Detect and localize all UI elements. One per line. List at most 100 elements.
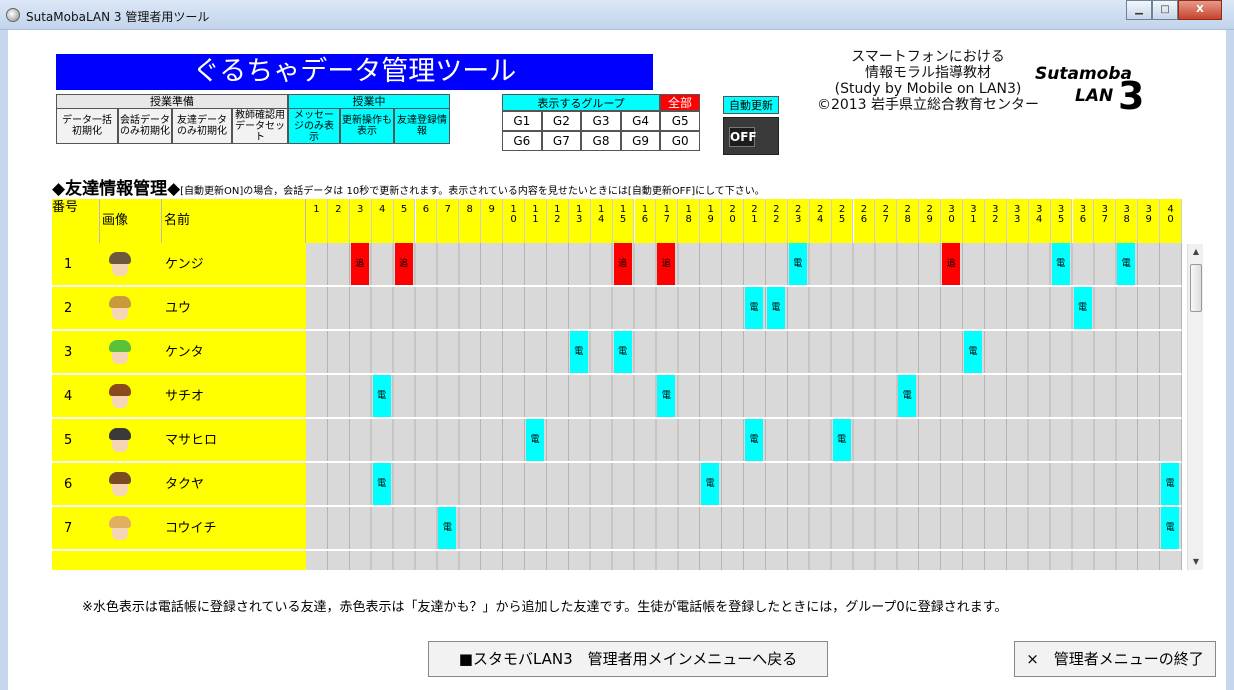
row-friend-name: ケンジ	[162, 243, 306, 287]
row-avatar-cell	[100, 287, 162, 331]
row-number: 3	[52, 331, 100, 375]
phonebook-friend-mark[interactable]: 電	[745, 419, 763, 461]
phonebook-friend-mark[interactable]: 電	[766, 287, 785, 329]
col-header-number: 3 6	[1072, 199, 1095, 243]
phonebook-friend-mark[interactable]: 電	[832, 419, 851, 461]
col-header-number: 3	[349, 199, 372, 243]
phonebook-friend-mark[interactable]: 電	[613, 331, 632, 373]
col-header-number: 2 2	[765, 199, 788, 243]
group-g6-button[interactable]: G6	[502, 131, 542, 151]
avatar-hair	[109, 384, 131, 396]
scroll-down-icon[interactable]: ▼	[1188, 554, 1204, 570]
app-icon	[6, 8, 20, 22]
row-number: 7	[52, 507, 100, 551]
group-g1-button[interactable]: G1	[502, 111, 542, 131]
auto-update-toggle[interactable]: OFF	[723, 117, 779, 155]
friend-registration-button[interactable]: 友達登録情報	[394, 108, 450, 144]
avatar	[106, 470, 134, 498]
phonebook-friend-mark[interactable]: 電	[745, 287, 763, 329]
minimize-button[interactable]: ▁	[1126, 0, 1152, 20]
phonebook-friend-mark[interactable]: 電	[1073, 287, 1092, 329]
relation-row: 電電電	[306, 287, 1182, 331]
group-g8-button[interactable]: G8	[581, 131, 621, 151]
added-friend-mark[interactable]: 追	[350, 243, 369, 285]
avatar	[106, 426, 134, 454]
section-title: ◆友達情報管理◆	[52, 179, 181, 199]
group-g9-button[interactable]: G9	[620, 131, 661, 151]
row-friend-name: ケンタ	[162, 331, 306, 375]
phonebook-friend-mark[interactable]: 電	[1117, 243, 1136, 285]
phonebook-friend-mark[interactable]: 電	[372, 375, 391, 417]
credits-line-3: (Study by Mobile on LAN3)	[834, 81, 1022, 97]
col-header-number: 5	[393, 199, 416, 243]
group-g0-button[interactable]: G0	[660, 131, 700, 151]
avatar	[106, 382, 134, 410]
col-header-number: 9	[481, 199, 504, 243]
row-avatar-cell	[100, 551, 162, 570]
phonebook-friend-mark[interactable]: 電	[701, 463, 720, 505]
credits-line-1: スマートフォンにおける	[851, 49, 1005, 65]
avatar-hair	[109, 472, 131, 484]
col-header-number: 1 4	[590, 199, 613, 243]
col-header-number: 1 8	[678, 199, 701, 243]
phonebook-friend-mark[interactable]: 電	[1161, 463, 1180, 505]
quit-admin-button[interactable]: × 管理者メニューの終了	[1014, 641, 1216, 677]
grid-scrollbar[interactable]: ▲ ▼	[1187, 244, 1203, 570]
row-avatar-cell	[100, 419, 162, 463]
in-class-group: 授業中 メッセージのみ表示 更新操作も表示 友達登録情報	[288, 94, 450, 144]
auto-update-label: 自動更新	[723, 96, 779, 114]
col-header-number: 1 6	[634, 199, 657, 243]
phonebook-friend-mark[interactable]: 電	[657, 375, 676, 417]
phonebook-friend-mark[interactable]: 電	[898, 375, 917, 417]
phonebook-friend-mark[interactable]: 電	[1051, 243, 1070, 285]
row-friend-name: コウイチ	[162, 507, 306, 551]
main-menu-button[interactable]: ■スタモバLAN3 管理者用メインメニューへ戻る	[428, 641, 828, 677]
added-friend-mark[interactable]: 追	[613, 243, 632, 285]
row-number	[52, 551, 100, 570]
col-header-number: 1 2	[546, 199, 569, 243]
relation-row: 電電電	[306, 375, 1182, 419]
group-g3-button[interactable]: G3	[581, 111, 621, 131]
reset-friend-data-button[interactable]: 友達データのみ初期化	[172, 108, 232, 144]
added-friend-mark[interactable]: 追	[942, 243, 961, 285]
relation-row: 電電電	[306, 331, 1182, 375]
avatar-hair	[109, 252, 131, 264]
group-g2-button[interactable]: G2	[541, 111, 582, 131]
reset-all-data-button[interactable]: データ一括初期化	[56, 108, 118, 144]
group-g5-button[interactable]: G5	[660, 111, 700, 131]
phonebook-friend-mark[interactable]: 電	[569, 331, 588, 373]
added-friend-mark[interactable]: 追	[657, 243, 676, 285]
phonebook-friend-mark[interactable]: 電	[788, 243, 807, 285]
col-header-number: 1 3	[568, 199, 591, 243]
scroll-up-icon[interactable]: ▲	[1188, 244, 1204, 260]
phonebook-friend-mark[interactable]: 電	[964, 331, 982, 373]
show-updates-button[interactable]: 更新操作も表示	[340, 108, 394, 144]
group-g4-button[interactable]: G4	[620, 111, 661, 131]
maximize-button[interactable]: □	[1152, 0, 1178, 20]
phonebook-friend-mark[interactable]: 電	[438, 507, 457, 549]
col-header-number: 8	[459, 199, 482, 243]
group-g7-button[interactable]: G7	[541, 131, 582, 151]
avatar-hair	[109, 428, 131, 440]
messages-only-button[interactable]: メッセージのみ表示	[288, 108, 340, 144]
col-header-number: 2 1	[744, 199, 766, 243]
relation-row: 電電	[306, 507, 1182, 551]
set-teacher-data-button[interactable]: 教師確認用データセット	[232, 108, 288, 144]
avatar	[106, 338, 134, 366]
auto-update-state: OFF	[729, 127, 757, 147]
row-avatar-cell	[100, 375, 162, 419]
phonebook-friend-mark[interactable]: 電	[526, 419, 544, 461]
avatar	[106, 250, 134, 278]
col-header-number: 2 6	[853, 199, 876, 243]
close-button[interactable]: X	[1178, 0, 1222, 20]
col-header-number: 3 1	[963, 199, 985, 243]
reset-chat-data-button[interactable]: 会話データのみ初期化	[118, 108, 172, 144]
avatar-hair	[109, 296, 131, 308]
credits: スマートフォンにおける 情報モラル指導教材 (Study by Mobile o…	[808, 49, 1048, 113]
scroll-thumb[interactable]	[1190, 264, 1202, 312]
added-friend-mark[interactable]: 追	[394, 243, 413, 285]
phonebook-friend-mark[interactable]: 電	[1161, 507, 1180, 549]
group-all-button[interactable]: 全部	[660, 94, 700, 111]
phonebook-friend-mark[interactable]: 電	[372, 463, 391, 505]
relation-row: 追追追追電追電電	[306, 243, 1182, 287]
